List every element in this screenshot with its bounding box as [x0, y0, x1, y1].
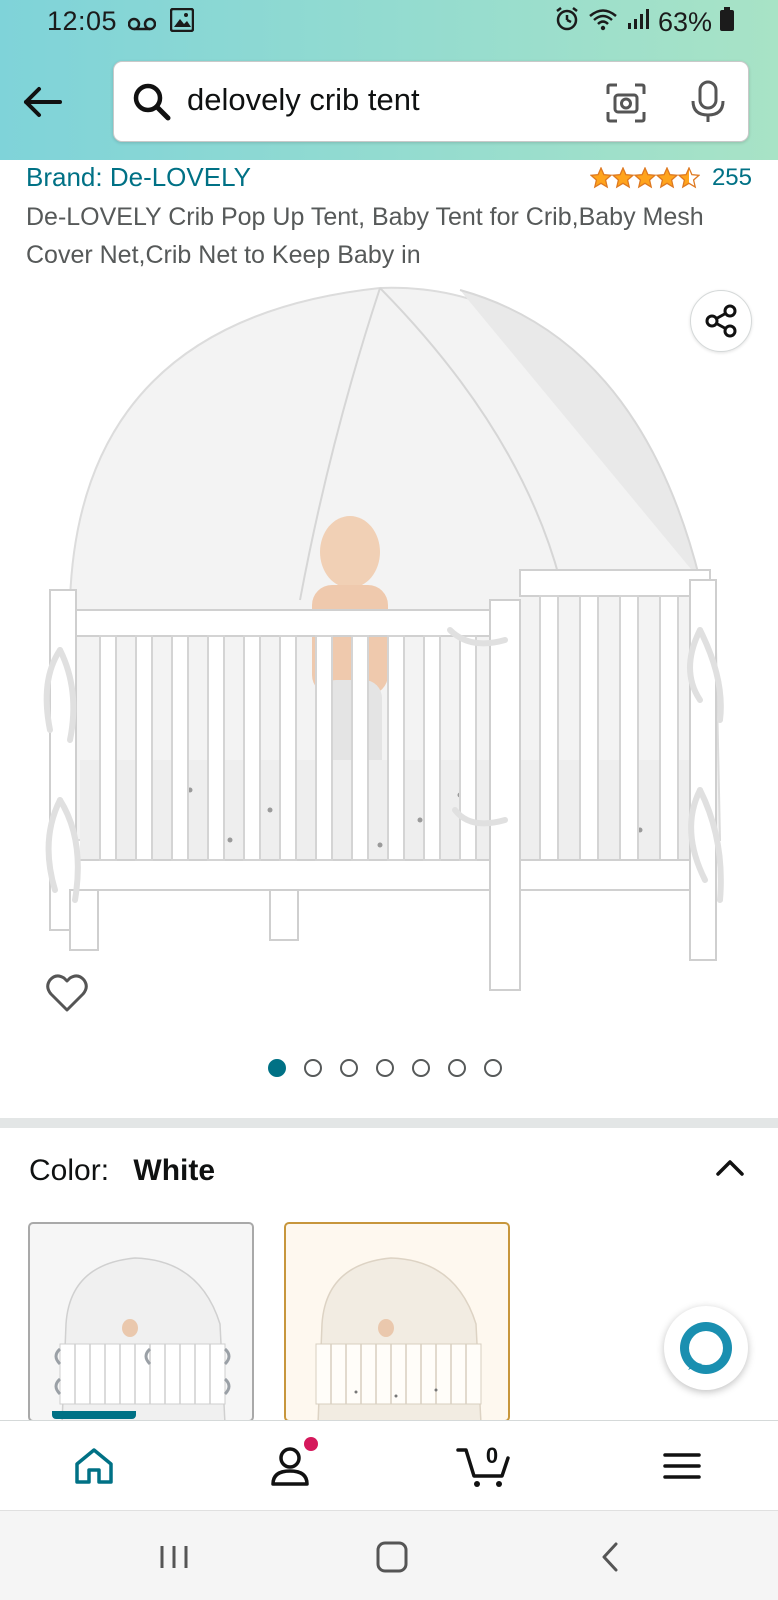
- product-image: [43, 286, 724, 991]
- notification-badge: [304, 1437, 318, 1451]
- carousel-dot[interactable]: [484, 1059, 502, 1077]
- color-swatch-white[interactable]: [28, 1222, 254, 1422]
- search-query[interactable]: delovely crib tent: [187, 82, 420, 118]
- voicemail-icon: [127, 8, 157, 39]
- status-bar: 12:05 63%: [0, 0, 778, 46]
- share-icon: [705, 304, 737, 338]
- share-button[interactable]: [690, 290, 752, 352]
- section-divider: [0, 1118, 778, 1128]
- battery-icon: [720, 7, 734, 38]
- cart-count: 0: [485, 1443, 499, 1468]
- color-selector-header: Color: White: [29, 1154, 215, 1188]
- carousel-dot[interactable]: [340, 1059, 358, 1077]
- swatch-thumbnail: [315, 1257, 482, 1420]
- add-to-wishlist-button[interactable]: [34, 962, 100, 1024]
- back-chevron-icon: [602, 1542, 618, 1572]
- alarm-icon: [554, 6, 580, 39]
- collapse-color-button[interactable]: [710, 1148, 750, 1188]
- nav-cart[interactable]: 0: [424, 1421, 544, 1511]
- carousel-dot[interactable]: [448, 1059, 466, 1077]
- color-label: Color:: [29, 1154, 110, 1187]
- swatch-thumbnail: [54, 1257, 231, 1420]
- active-tab-indicator: [52, 1411, 136, 1419]
- rating-count[interactable]: 255: [712, 164, 752, 192]
- selected-color-value: White: [133, 1154, 216, 1187]
- status-system-icons: 63%: [554, 6, 734, 39]
- product-title: De-LOVELY Crib Pop Up Tent, Baby Tent fo…: [26, 203, 704, 269]
- carousel-dot[interactable]: [376, 1059, 394, 1077]
- camera-lens-icon[interactable]: [604, 81, 648, 125]
- search-icon: [130, 80, 174, 124]
- chevron-up-icon: [716, 1160, 744, 1176]
- home-square-icon: [376, 1541, 408, 1573]
- rating-summary[interactable]: 255: [589, 164, 752, 192]
- back-arrow-icon[interactable]: [20, 80, 64, 124]
- bottom-navigation: 0: [0, 1411, 778, 1511]
- account-icon: [271, 1447, 309, 1486]
- signal-icon: [626, 7, 650, 38]
- system-navigation-bar: [0, 1510, 778, 1600]
- nav-home[interactable]: [34, 1421, 154, 1511]
- hamburger-menu-icon: [663, 1453, 701, 1479]
- search-input[interactable]: delovely crib tent: [113, 61, 749, 142]
- product-image-gallery[interactable]: [0, 280, 778, 1020]
- nav-menu[interactable]: [622, 1421, 742, 1511]
- wifi-icon: [588, 7, 618, 38]
- system-back-button[interactable]: [580, 1527, 640, 1587]
- status-time: 12:05: [47, 6, 118, 36]
- nav-account[interactable]: [230, 1421, 350, 1511]
- brand-link[interactable]: Brand: De-LOVELY: [26, 162, 251, 193]
- status-notification-icons: [127, 7, 195, 39]
- home-icon: [75, 1448, 113, 1484]
- carousel-dot[interactable]: [268, 1059, 286, 1077]
- recent-apps-button[interactable]: [144, 1527, 204, 1587]
- battery-percent: 63%: [657, 7, 712, 37]
- app-header: 12:05 63% delovely crib tent: [0, 0, 778, 160]
- image-carousel-indicator[interactable]: [268, 1059, 502, 1077]
- gallery-icon: [169, 7, 195, 39]
- recents-icon: [160, 1546, 188, 1568]
- stars-icon: [589, 167, 700, 189]
- microphone-icon[interactable]: [686, 79, 730, 125]
- carousel-dot[interactable]: [412, 1059, 430, 1077]
- chat-assistant-button[interactable]: [664, 1306, 748, 1390]
- chat-bubble-icon: [680, 1322, 732, 1374]
- carousel-dot[interactable]: [304, 1059, 322, 1077]
- color-swatch-beige[interactable]: [284, 1222, 510, 1422]
- system-home-button[interactable]: [362, 1527, 422, 1587]
- heart-icon: [46, 974, 88, 1012]
- star-rating: [589, 167, 700, 189]
